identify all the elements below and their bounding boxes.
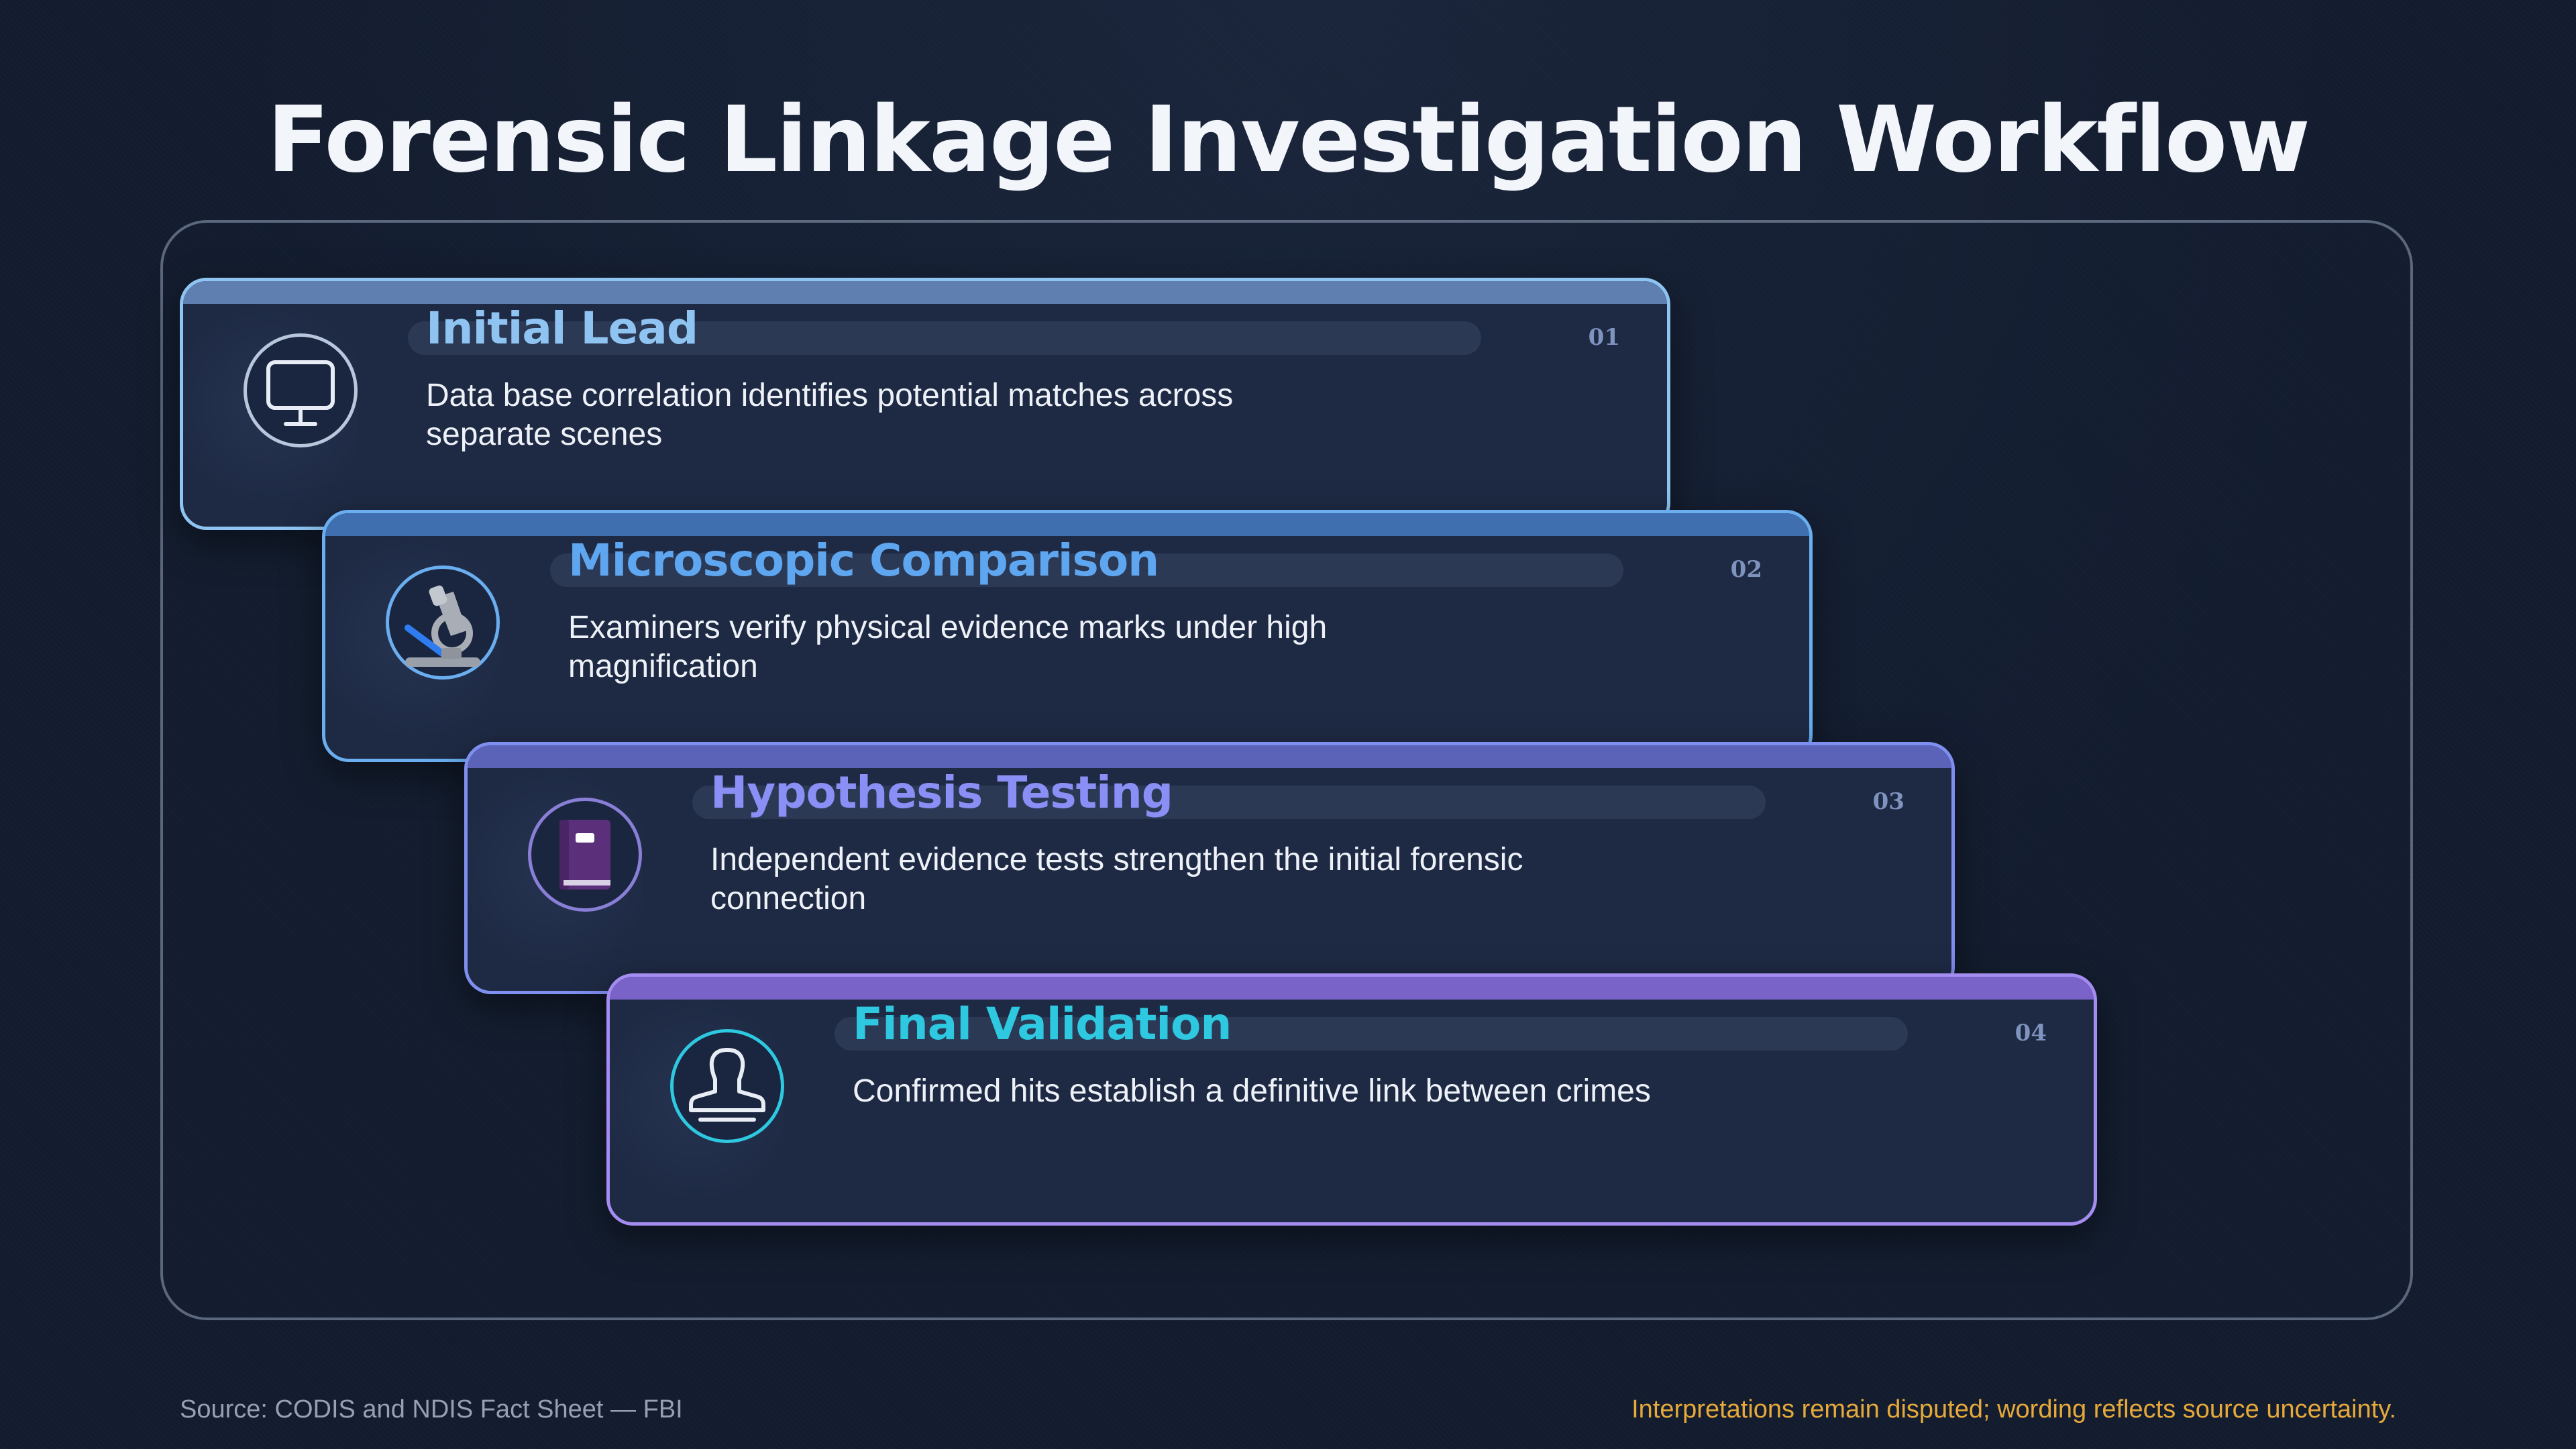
step-description: Examiners verify physical evidence marks… [568,610,1328,684]
step-title: Final Validation [853,998,1232,1050]
step-number: 01 [1588,324,1620,351]
book-icon [528,798,642,912]
card-top-bar [183,281,1667,304]
step-description: Independent evidence tests strengthen th… [710,842,1523,916]
step-card-hypothesis-testing: Hypothesis Testing 03 Independent eviden… [464,742,1955,994]
card-top-bar [325,513,1809,536]
page-title: Forensic Linkage Investigation Workflow [267,87,2310,193]
step-description: Data base correlation identifies potenti… [426,378,1234,452]
step-title: Microscopic Comparison [568,535,1159,586]
step-card-final-validation: Final Validation 04 Confirmed hits estab… [606,973,2097,1226]
step-card-initial-lead: Initial Lead 01 Data base correlation id… [180,278,1670,530]
disclaimer-note: Interpretations remain disputed; wording… [1631,1395,2396,1424]
step-title: Hypothesis Testing [710,767,1173,818]
step-description: Confirmed hits establish a definitive li… [853,1073,1651,1109]
source-footnote: Source: CODIS and NDIS Fact Sheet — FBI [180,1395,683,1424]
step-number: 03 [1872,788,1904,815]
step-number: 02 [1730,556,1762,583]
step-card-microscopic-comparison: Microscopic Comparison 02 Examiners veri… [322,510,1813,762]
card-top-bar [468,745,1951,768]
monitor-icon [244,333,358,447]
step-number: 04 [2015,1020,2047,1046]
card-top-bar [610,977,2094,1000]
step-title: Initial Lead [426,303,698,354]
stamp-icon [670,1029,784,1143]
microscope-icon [386,566,500,680]
